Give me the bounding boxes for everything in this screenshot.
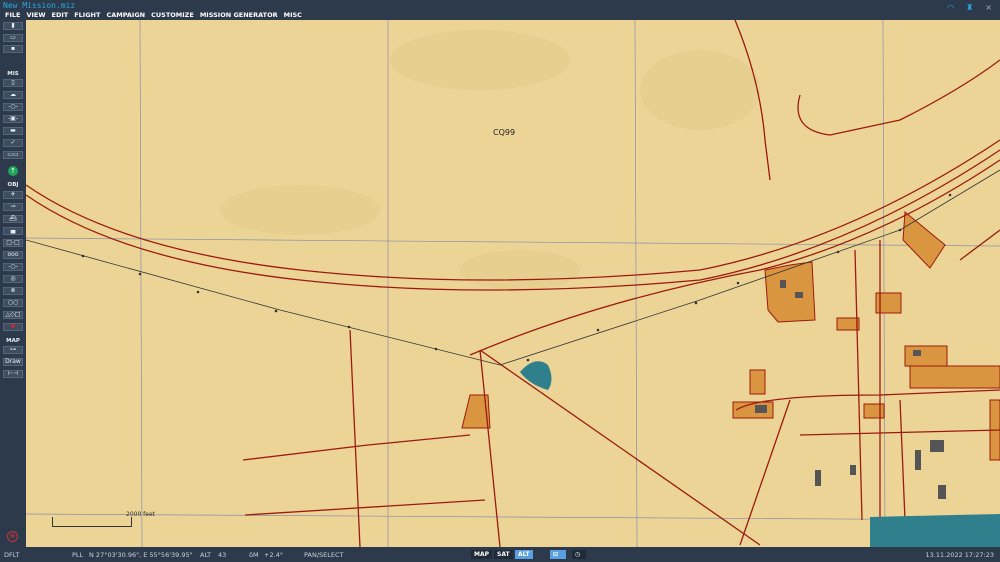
- window-title: New Mission.miz: [3, 1, 76, 10]
- check-icon[interactable]: ✓: [3, 139, 23, 147]
- towns: [461, 210, 1000, 461]
- sat-button[interactable]: SAT: [494, 550, 513, 559]
- obj-label: OBJ: [7, 182, 19, 188]
- trigger-icon[interactable]: -▣-: [3, 115, 23, 123]
- map-label: MAP: [6, 338, 20, 344]
- close-icon[interactable]: ×: [985, 3, 992, 12]
- profile-dropdown[interactable]: DFLT: [4, 551, 19, 559]
- mission-goals-icon[interactable]: ▭▭: [3, 151, 23, 159]
- alt-label: ALT: [200, 551, 212, 559]
- ruler-icon[interactable]: ⊶: [3, 346, 23, 354]
- route-icon[interactable]: -○-: [3, 103, 23, 111]
- open-folder-icon[interactable]: ▭: [3, 34, 23, 42]
- coord-mode[interactable]: PLL: [72, 551, 83, 559]
- magvar-value: +2.4°: [264, 551, 284, 559]
- target-zone-icon[interactable]: ◎: [3, 275, 23, 283]
- scale-label: 2000 feet: [126, 511, 156, 518]
- vehicle-icon[interactable]: ▄: [3, 227, 23, 235]
- save-icon[interactable]: ▪: [3, 45, 23, 53]
- layers-icon[interactable]: ⊟: [550, 550, 566, 559]
- menu-file[interactable]: FILE: [5, 11, 20, 19]
- map-view[interactable]: CQ99 2000 feet: [26, 20, 1000, 547]
- lake: [520, 361, 552, 390]
- magvar-label: δM: [249, 551, 259, 559]
- menu-customize[interactable]: CUSTOMIZE: [151, 11, 194, 19]
- map-canvas: [26, 20, 1000, 547]
- briefing-icon[interactable]: ▬: [3, 127, 23, 135]
- scale-bar: [52, 517, 132, 527]
- mis-label: MIS: [7, 71, 19, 77]
- static-object-icon[interactable]: □-□: [3, 239, 23, 247]
- cursor-coordinates: N 27°03'30.96", E 55°56'39.95": [89, 551, 193, 559]
- navpoint-icon[interactable]: ⊗: [3, 287, 23, 295]
- grid-square-label: CQ99: [493, 128, 516, 137]
- mode-indicator: PAN/SELECT: [304, 551, 344, 559]
- delete-icon[interactable]: ✖: [3, 323, 23, 331]
- compass-up-icon[interactable]: ↑: [8, 166, 18, 176]
- shapes-icon[interactable]: △◇□: [3, 311, 23, 319]
- menu-edit[interactable]: EDIT: [52, 11, 69, 19]
- menu-view[interactable]: VIEW: [26, 11, 45, 19]
- aircraft-icon[interactable]: ✈: [3, 191, 23, 199]
- globe-icon[interactable]: ⊕: [7, 531, 18, 542]
- group-icon[interactable]: ooo: [3, 251, 23, 259]
- sea-water: [870, 514, 1000, 547]
- new-file-icon[interactable]: ▮: [3, 22, 23, 30]
- datetime: 13.11.2022 17:27:23: [925, 551, 994, 559]
- map-button[interactable]: MAP: [471, 550, 493, 559]
- weather-icon[interactable]: ☁: [3, 91, 23, 99]
- signal-tower-icon: ♜: [966, 3, 974, 12]
- menu-bar: FILE VIEW EDIT FLIGHT CAMPAIGN CUSTOMIZE…: [5, 11, 302, 19]
- measure-icon[interactable]: ⊢⊣: [3, 370, 23, 378]
- toolbar-sidebar: ▮ ▭ ▪ MIS ▯ ☁ -○- -▣- ▬ ✓ ▭▭ ↑ OBJ ✈ ⊸ ⛴…: [0, 20, 26, 547]
- bullseye-icon[interactable]: ○○: [3, 299, 23, 307]
- title-bar: New Mission.miz FILE VIEW EDIT FLIGHT CA…: [0, 0, 1000, 20]
- menu-flight[interactable]: FLIGHT: [74, 11, 100, 19]
- alt-button[interactable]: ALT: [515, 550, 533, 559]
- clock-icon[interactable]: ◷: [572, 550, 586, 559]
- helicopter-icon[interactable]: ⊸: [3, 203, 23, 211]
- waypoint-icon[interactable]: -○-: [3, 263, 23, 271]
- clipboard-icon[interactable]: ▯: [3, 79, 23, 87]
- ship-icon[interactable]: ⛴: [3, 215, 23, 223]
- terrain-shading: [220, 30, 760, 290]
- menu-mission-generator[interactable]: MISSION GENERATOR: [200, 11, 278, 19]
- menu-misc[interactable]: MISC: [284, 11, 302, 19]
- wifi-icon: ◠: [947, 3, 955, 12]
- menu-campaign[interactable]: CAMPAIGN: [106, 11, 145, 19]
- alt-value: 43: [218, 551, 227, 559]
- draw-button[interactable]: Draw: [3, 358, 23, 366]
- status-bar: DFLT PLL N 27°03'30.96", E 55°56'39.95" …: [0, 547, 1000, 562]
